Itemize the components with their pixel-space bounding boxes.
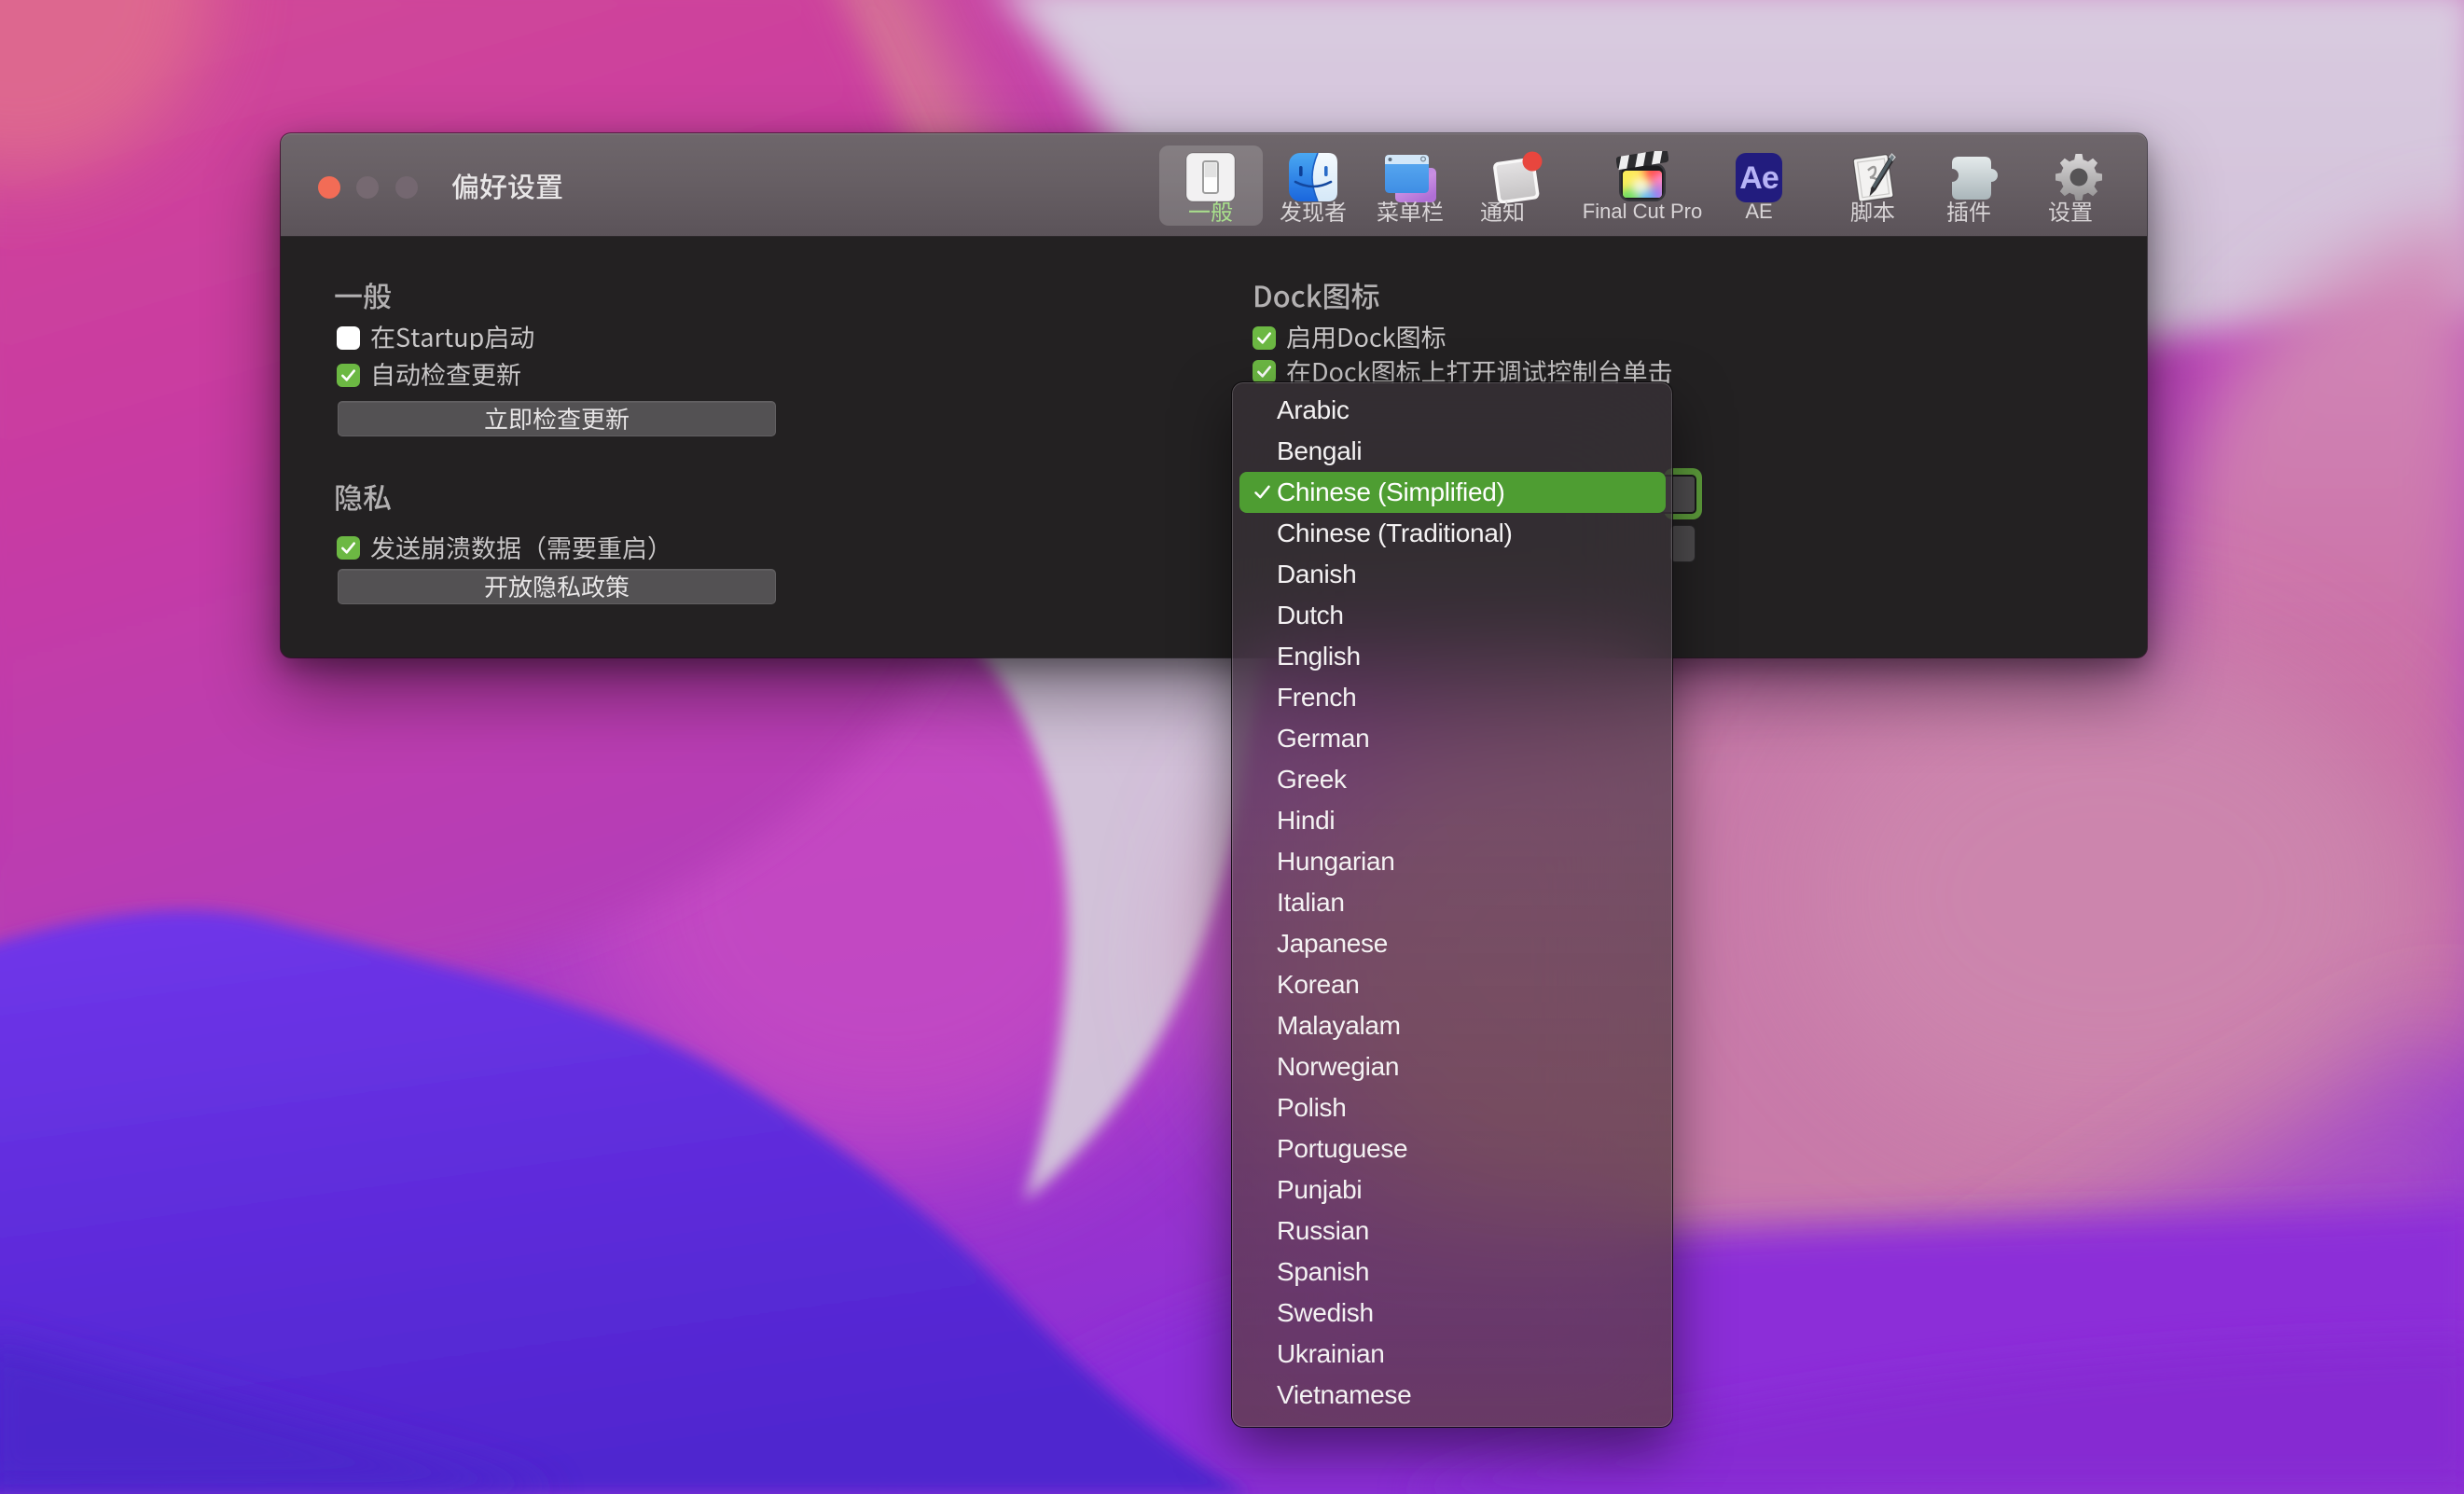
svg-text:Ae: Ae <box>1739 160 1779 196</box>
